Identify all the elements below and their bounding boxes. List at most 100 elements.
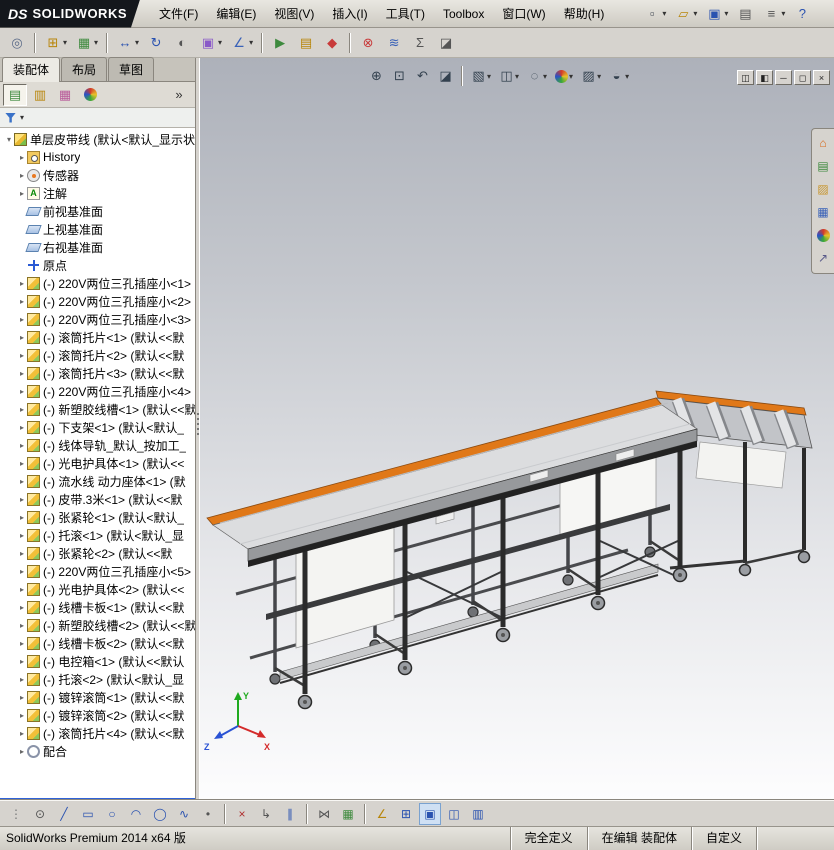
reference-geometry-button[interactable]: ∠ ▾ xyxy=(227,31,256,55)
options-button[interactable]: ≡ ▾ xyxy=(759,2,788,26)
insert-component-button[interactable]: ⊞ ▾ xyxy=(41,31,70,55)
apply-scene-button[interactable]: ▨ ▾ xyxy=(578,66,604,86)
expander-icon[interactable]: ▸ xyxy=(17,729,27,738)
bill-of-materials-button[interactable]: ▤ xyxy=(294,31,318,55)
expander-icon[interactable]: ▸ xyxy=(17,387,27,396)
linear-sketch-pattern-button[interactable]: ▦ xyxy=(337,803,359,825)
tree-item[interactable]: ▸ (-) 镀锌滚筒<1> (默认<<默 xyxy=(0,688,195,706)
expander-icon[interactable]: ▸ xyxy=(17,333,27,342)
collapse-pane-button[interactable]: » xyxy=(167,84,191,106)
open-document-button[interactable]: ▱ ▾ xyxy=(671,2,700,26)
section-display-button[interactable]: ◫ xyxy=(443,803,465,825)
mate-button[interactable]: ◎ xyxy=(5,31,29,55)
print-document-button[interactable]: ▤ xyxy=(733,2,757,26)
ellipse-button[interactable]: ◯ xyxy=(149,803,171,825)
expander-icon[interactable]: ▸ xyxy=(17,405,27,414)
feature-manager-tab-button[interactable]: ▤ xyxy=(3,83,27,106)
display-style-button[interactable]: ◫ ▾ xyxy=(496,66,522,86)
move-component-button[interactable]: ↔ ▾ xyxy=(113,31,142,55)
tree-item[interactable]: ▸ (-) 滚筒托片<1> (默认<<默 xyxy=(0,328,195,346)
menu-item[interactable]: Toolbox xyxy=(434,0,493,28)
menu-item[interactable]: 视图(V) xyxy=(265,0,323,28)
status-customize[interactable]: 自定义 xyxy=(690,827,756,850)
tree-item[interactable]: ▸ (-) 流水线 动力座体<1> (默 xyxy=(0,472,195,490)
section-view-button[interactable]: ◪ xyxy=(435,66,456,86)
rotate-component-button[interactable]: ↻ xyxy=(144,31,168,55)
menu-item[interactable]: 工具(T) xyxy=(377,0,434,28)
interference-detection-button[interactable]: ⊗ xyxy=(356,31,380,55)
expander-icon[interactable]: ▸ xyxy=(17,585,27,594)
tree-item[interactable]: 前视基准面 xyxy=(0,202,195,220)
convert-entities-button[interactable]: ↳ xyxy=(255,803,277,825)
tree-item[interactable]: ▸ 传感器 xyxy=(0,166,195,184)
zoom-area-button[interactable]: ⊡ xyxy=(389,66,410,86)
expander-icon[interactable]: ▾ xyxy=(4,135,14,144)
display-grid-button[interactable]: ⊞ xyxy=(395,803,417,825)
tree-item[interactable]: ▸ History xyxy=(0,148,195,166)
expander-icon[interactable]: ▸ xyxy=(17,639,27,648)
hide-show-items-button[interactable]: ◌ ▾ xyxy=(524,66,550,86)
menu-item[interactable]: 编辑(E) xyxy=(207,0,265,28)
tree-item[interactable]: ▸ (-) 线槽卡板<1> (默认<<默 xyxy=(0,598,195,616)
restore-window-button[interactable]: ◻ xyxy=(794,70,811,85)
view-palette-button[interactable]: ▦ xyxy=(814,203,833,222)
expander-icon[interactable]: ▸ xyxy=(17,351,27,360)
tree-item[interactable]: ▸ (-) 滚筒托片<2> (默认<<默 xyxy=(0,346,195,364)
tree-item[interactable]: ▸ (-) 张紧轮<2> (默认<<默 xyxy=(0,544,195,562)
expander-icon[interactable]: ▸ xyxy=(17,279,27,288)
expander-icon[interactable]: ▸ xyxy=(17,747,27,756)
expander-icon[interactable]: ▸ xyxy=(17,621,27,630)
linear-component-pattern-button[interactable]: ▦ ▾ xyxy=(72,31,101,55)
expander-icon[interactable]: ▸ xyxy=(17,711,27,720)
tree-item[interactable]: ▸ 配合 xyxy=(0,742,195,760)
previous-view-button[interactable]: ↶ xyxy=(412,66,433,86)
expander-icon[interactable]: ▸ xyxy=(17,477,27,486)
filter-dropdown-arrow[interactable]: ▾ xyxy=(20,113,24,122)
expander-icon[interactable]: ▸ xyxy=(17,567,27,576)
centerpoint-arc-button[interactable]: ◠ xyxy=(125,803,147,825)
circle-button[interactable]: ○ xyxy=(101,803,123,825)
shaded-sketch-contours-button[interactable]: ▣ xyxy=(419,802,441,825)
view-settings-button[interactable]: ◒ ▾ xyxy=(606,66,632,86)
design-library-button[interactable]: ▤ xyxy=(814,157,833,176)
minimize-window-button[interactable]: ─ xyxy=(775,70,792,85)
tree-item[interactable]: ▸ (-) 线体导轨_默认_按加工_ xyxy=(0,436,195,454)
expander-icon[interactable]: ▸ xyxy=(17,189,27,198)
tree-item[interactable]: ▸ (-) 新塑胶线槽<1> (默认<<默 xyxy=(0,400,195,418)
trim-entities-button[interactable]: × xyxy=(231,803,253,825)
angle-snap-button[interactable]: ∠ xyxy=(371,803,393,825)
window-menu-button[interactable]: ◫ xyxy=(737,70,754,85)
expander-icon[interactable]: ▸ xyxy=(17,693,27,702)
offset-entities-button[interactable]: ∥ xyxy=(279,803,301,825)
tree-item[interactable]: ▸ (-) 张紧轮<1> (默认<默认_ xyxy=(0,508,195,526)
show-hidden-components-button[interactable]: ◐ xyxy=(170,31,194,55)
new-motion-study-button[interactable]: ▶ xyxy=(268,31,292,55)
tree-item[interactable]: ▸ (-) 220V两位三孔插座小<3> xyxy=(0,310,195,328)
edit-appearance-button[interactable]: ▾ xyxy=(552,66,576,86)
section-properties-button[interactable]: ◪ xyxy=(434,31,458,55)
menu-item[interactable]: 插入(I) xyxy=(323,0,376,28)
menu-item[interactable]: 帮助(H) xyxy=(555,0,614,28)
expander-icon[interactable]: ▸ xyxy=(17,315,27,324)
tree-item[interactable]: ▸ A 注解 xyxy=(0,184,195,202)
spline-button[interactable]: ∿ xyxy=(173,803,195,825)
tree-item[interactable]: 原点 xyxy=(0,256,195,274)
expander-icon[interactable]: ▸ xyxy=(17,171,27,180)
tab-sketch[interactable]: 草图 xyxy=(108,57,155,81)
tree-item[interactable]: ▸ (-) 光电护具体<2> (默认<< xyxy=(0,580,195,598)
expander-icon[interactable]: ▸ xyxy=(17,423,27,432)
expander-icon[interactable]: ▸ xyxy=(17,297,27,306)
expander-icon[interactable]: ▸ xyxy=(17,657,27,666)
tree-item[interactable]: ▸ (-) 滚筒托片<3> (默认<<默 xyxy=(0,364,195,382)
tree-item[interactable]: ▸ (-) 镀锌滚筒<2> (默认<<默 xyxy=(0,706,195,724)
property-manager-tab-button[interactable]: ▥ xyxy=(28,84,52,106)
mass-properties-button[interactable]: Σ xyxy=(408,31,432,55)
expander-icon[interactable]: ▸ xyxy=(17,459,27,468)
help-button[interactable]: ? xyxy=(790,2,814,26)
expander-icon[interactable]: ▸ xyxy=(17,675,27,684)
tree-item[interactable]: ▸ (-) 电控箱<1> (默认<<默认 xyxy=(0,652,195,670)
menu-item[interactable]: 窗口(W) xyxy=(493,0,554,28)
graphics-area[interactable]: Y X Z xyxy=(200,58,834,800)
menu-item[interactable]: 文件(F) xyxy=(150,0,207,28)
corner-rectangle-button[interactable]: ▭ xyxy=(77,803,99,825)
